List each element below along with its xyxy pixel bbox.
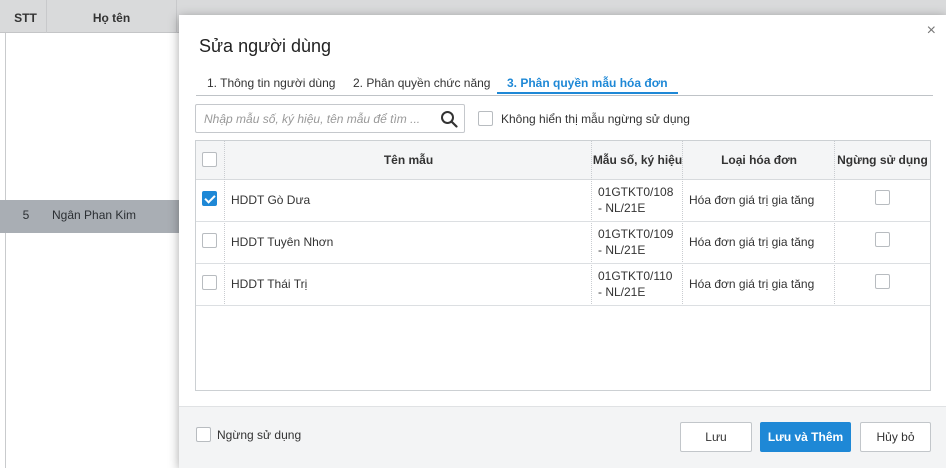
row-stt: 5 (22, 208, 30, 222)
row-inactive-checkbox[interactable] (875, 274, 890, 289)
save-and-add-button[interactable]: Lưu và Thêm (760, 422, 851, 452)
table-border (5, 33, 6, 468)
tab-invoice-template-permissions[interactable]: 3. Phân quyền mẫu hóa đơn (497, 76, 678, 94)
search-box (195, 104, 465, 133)
template-grid: Tên mẫu Mẫu số, ký hiệu Loại hóa đơn Ngừ… (195, 140, 931, 391)
column-header-template-name[interactable]: Tên mẫu (225, 141, 592, 180)
cancel-button[interactable]: Hủy bỏ (860, 422, 931, 452)
row-inactive-checkbox[interactable] (875, 232, 890, 247)
dialog-title: Sửa người dùng (199, 36, 331, 56)
row-inactive-checkbox[interactable] (875, 190, 890, 205)
grid-header: Tên mẫu Mẫu số, ký hiệu Loại hóa đơn Ngừ… (196, 141, 930, 180)
close-icon[interactable]: × (927, 22, 936, 40)
template-code: 01GTKT0/108- NL/21E (598, 185, 674, 215)
tab-user-info[interactable]: 1. Thông tin người dùng (207, 76, 335, 90)
dialog-footer: Ngừng sử dụng Lưu Lưu và Thêm Hủy bỏ (179, 406, 946, 468)
inactive-checkbox[interactable] (196, 427, 211, 442)
hide-inactive-checkbox[interactable] (478, 111, 493, 126)
invoice-type: Hóa đơn giá trị gia tăng (689, 235, 815, 249)
hide-inactive-toggle[interactable]: Không hiển thị mẫu ngừng sử dụng (478, 111, 690, 126)
template-name: HDDT Gò Dưa (231, 193, 311, 207)
inactive-label: Ngừng sử dụng (217, 427, 302, 442)
template-code: 01GTKT0/109- NL/21E (598, 227, 674, 257)
template-name: HDDT Thái Trị (231, 277, 308, 291)
column-header-template-code[interactable]: Mẫu số, ký hiệu (592, 141, 683, 180)
search-input[interactable] (196, 105, 432, 132)
select-all-checkbox[interactable] (202, 152, 217, 167)
template-code: 01GTKT0/110- NL/21E (598, 269, 673, 299)
tab-bar: 1. Thông tin người dùng 2. Phân quyền ch… (196, 75, 933, 96)
inactive-toggle[interactable]: Ngừng sử dụng (196, 427, 301, 442)
row-name: Ngân Phan Kim (52, 208, 137, 222)
tab-function-permissions[interactable]: 2. Phân quyền chức năng (353, 76, 490, 90)
column-header-name[interactable]: Họ tên (47, 0, 177, 33)
search-icon[interactable] (440, 110, 458, 128)
table-row[interactable]: HDDT Tuyên Nhơn 01GTKT0/109- NL/21E Hóa … (196, 222, 930, 264)
column-header-stt[interactable]: STT (5, 0, 47, 33)
invoice-type: Hóa đơn giá trị gia tăng (689, 193, 815, 207)
table-row[interactable]: HDDT Gò Dưa 01GTKT0/108- NL/21E Hóa đơn … (196, 180, 930, 222)
invoice-type: Hóa đơn giá trị gia tăng (689, 277, 815, 291)
table-row[interactable]: HDDT Thái Trị 01GTKT0/110- NL/21E Hóa đơ… (196, 264, 930, 306)
column-header-inactive[interactable]: Ngừng sử dụng (835, 141, 930, 180)
template-name: HDDT Tuyên Nhơn (231, 235, 334, 249)
column-header-invoice-type[interactable]: Loại hóa đơn (683, 141, 835, 180)
row-select-checkbox[interactable] (202, 275, 217, 290)
hide-inactive-label: Không hiển thị mẫu ngừng sử dụng (501, 111, 690, 126)
edit-user-dialog: Sửa người dùng × 1. Thông tin người dùng… (179, 15, 946, 468)
row-select-checkbox[interactable] (202, 233, 217, 248)
save-button[interactable]: Lưu (680, 422, 752, 452)
row-select-checkbox[interactable] (202, 191, 217, 206)
